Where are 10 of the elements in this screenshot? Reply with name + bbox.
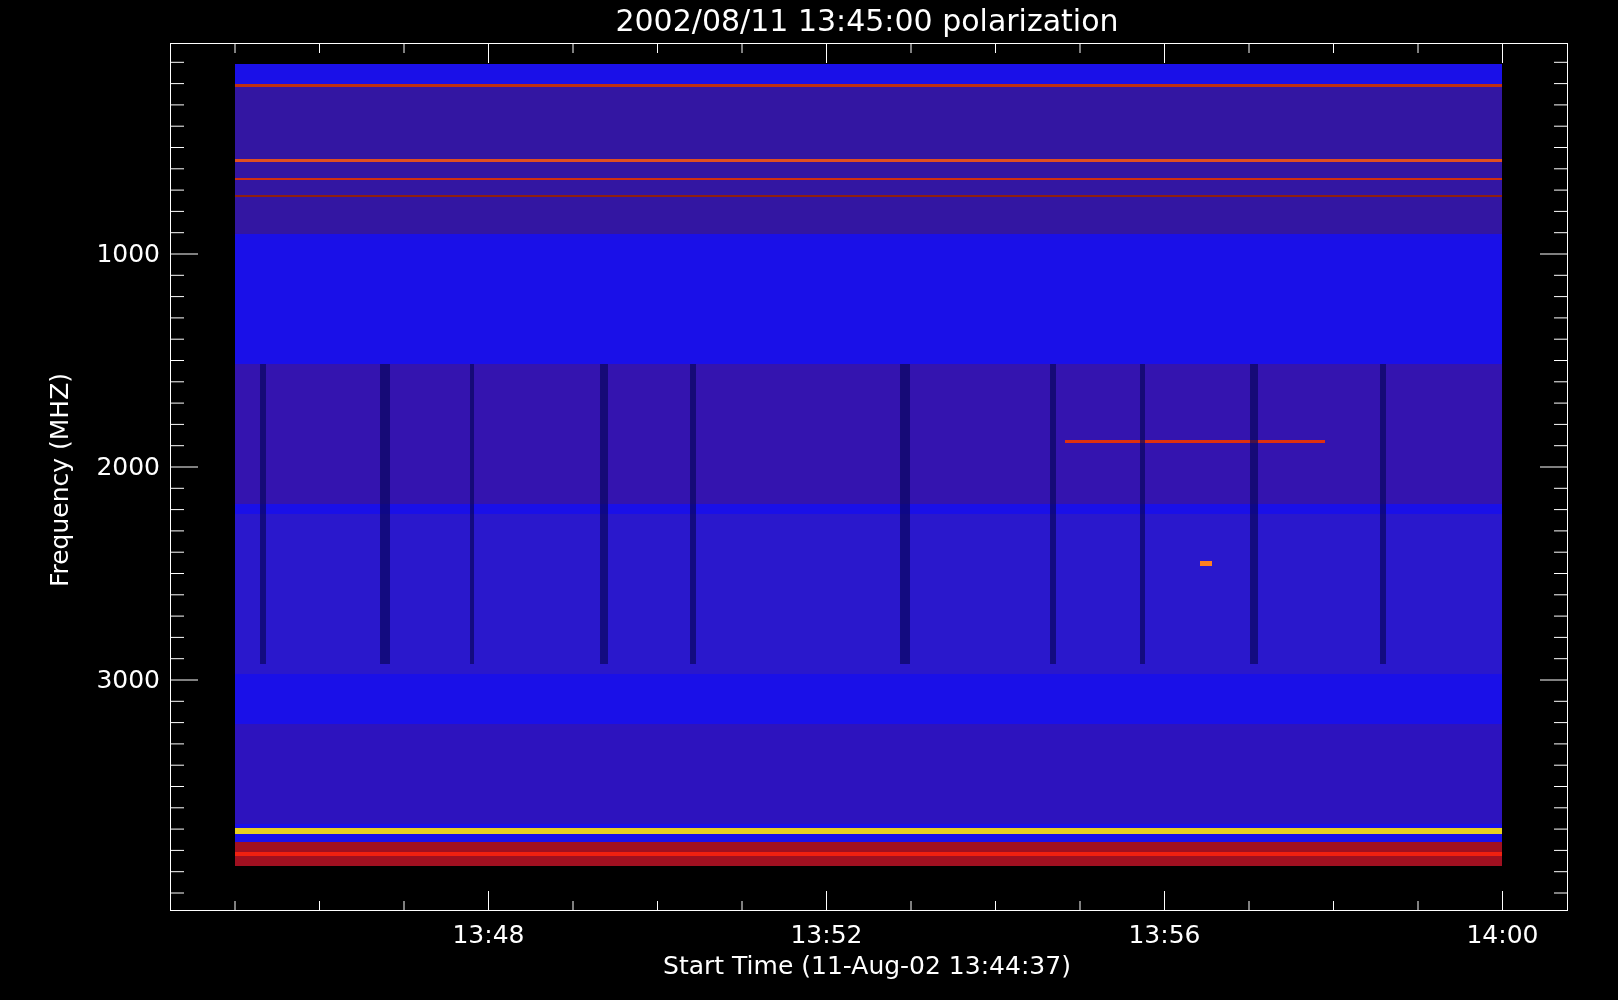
x-tick-label: 13:52: [789, 920, 864, 950]
chart-title: 2002/08/11 13:45:00 polarization: [614, 2, 1120, 40]
x-axis-label: Start Time (11-Aug-02 13:44:37): [662, 950, 1072, 982]
y-tick-label: 3000: [96, 665, 160, 695]
y-tick-label: 2000: [96, 452, 160, 482]
y-tick-label: 1000: [96, 239, 160, 269]
x-tick-label: 13:48: [451, 920, 526, 950]
x-tick-label: 14:00: [1465, 920, 1540, 950]
y-axis-label: Frequency (MHZ): [45, 372, 75, 588]
x-tick-label: 13:56: [1127, 920, 1202, 950]
